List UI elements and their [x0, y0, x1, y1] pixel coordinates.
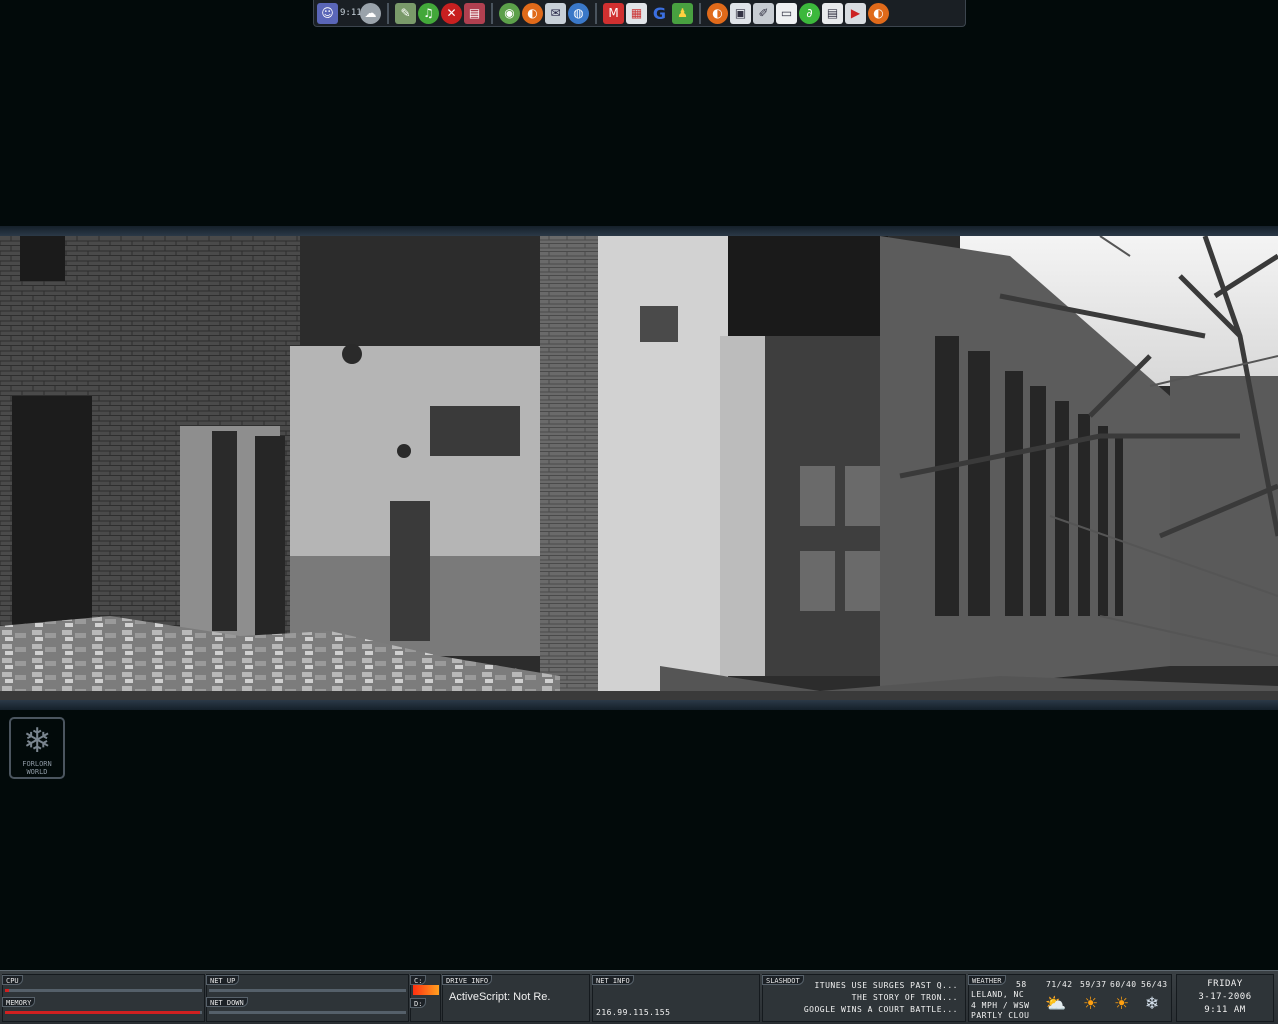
ip-address: 216.99.115.155 — [596, 1008, 671, 1017]
firefox-icon[interactable]: ◐ — [707, 2, 728, 24]
forecast-day2-temps: 59/37 — [1080, 980, 1107, 989]
partly-sunny-icon: ⛅ — [1045, 994, 1067, 1014]
dock-separator — [491, 2, 493, 24]
drive-info-text: ActiveScript: Not Re. — [449, 991, 551, 1003]
firefox-icon[interactable]: ◐ — [868, 2, 889, 24]
dock-clock: 9:11 — [340, 8, 362, 18]
status-bar: CPU MEMORY NET UP NET DOWN C: D: DRIVE I… — [0, 970, 1278, 1024]
headline-3[interactable]: GOOGLE WINS A COURT BATTLE... — [804, 1004, 958, 1015]
snow-icon: ❄ — [1145, 994, 1160, 1014]
current-date: 3-17-2006 — [1198, 992, 1252, 1002]
weather-icon[interactable]: ☁ — [360, 2, 381, 24]
wallpaper-ruined-buildings-photo — [0, 236, 1278, 700]
weather-condition: PARTLY CLOU — [971, 1011, 1030, 1020]
edit-icon[interactable]: ✐ — [753, 2, 774, 24]
sunny-icon: ☀ — [1114, 994, 1130, 1014]
logo-text-line1: FORLORN — [22, 760, 52, 768]
headline-1[interactable]: ITUNES USE SURGES PAST Q... — [814, 980, 958, 991]
slashdot-label: SLASHDOT — [762, 975, 804, 985]
drive-c-meter — [413, 985, 439, 995]
forlorn-world-logo: ❄ FORLORN WORLD — [9, 717, 65, 779]
globe-icon[interactable]: ◍ — [568, 2, 589, 24]
net-down-meter — [209, 1011, 406, 1014]
cpu-meter — [5, 989, 202, 992]
firefox-icon[interactable]: ◐ — [522, 2, 543, 24]
day-of-week: FRIDAY — [1207, 979, 1243, 989]
cd-icon[interactable]: ◉ — [499, 2, 520, 24]
google-icon[interactable]: G — [649, 2, 670, 24]
forecast-day4-temps: 56/43 — [1141, 980, 1168, 989]
snowflake-icon: ❄ — [22, 721, 52, 761]
mail-icon[interactable]: ✉ — [545, 2, 566, 24]
cpu-label: CPU — [2, 975, 23, 985]
window-icon[interactable]: ▣ — [730, 2, 751, 24]
document-icon[interactable]: ▤ — [464, 2, 485, 24]
acrobat-icon[interactable]: ✕ — [441, 2, 462, 24]
dock-separator — [699, 2, 701, 24]
forecast-day3-temps: 60/40 — [1110, 980, 1137, 989]
weather-label: WEATHER — [968, 975, 1006, 985]
quick-launch-dock: ☺ 9:11 ☁ ✎ ♫ ✕ ▤ ◉ ◐ ✉ ◍ M ▦ G ♟ ◐ ▣ ✐ ▭… — [313, 0, 966, 27]
music-icon[interactable]: ♫ — [418, 2, 439, 24]
net-down-label: NET DOWN — [206, 997, 248, 1007]
users-icon[interactable]: ♟ — [672, 2, 693, 24]
net-up-meter — [209, 989, 406, 992]
wallpaper-frame-top — [0, 226, 1278, 236]
net-info-label: NET INFO — [592, 975, 634, 985]
winamp-icon[interactable]: ∂ — [799, 2, 820, 24]
wallpaper-frame-bottom — [0, 700, 1278, 710]
drive-info-label: DRIVE INFO — [442, 975, 493, 985]
dock-separator — [387, 2, 389, 24]
memory-meter — [5, 1011, 202, 1014]
presentation-icon[interactable]: ▭ — [776, 2, 797, 24]
headline-2[interactable]: THE STORY OF TRON... — [852, 992, 958, 1003]
office-icon[interactable]: ▦ — [626, 2, 647, 24]
user-icon[interactable]: ☺ — [317, 2, 338, 24]
notes-icon[interactable]: ▤ — [822, 2, 843, 24]
tools-icon[interactable]: ✎ — [395, 2, 416, 24]
weather-location: LELAND, NC — [971, 990, 1025, 999]
gmail-icon[interactable]: M — [603, 2, 624, 24]
current-time: 9:11 AM — [1204, 1005, 1246, 1015]
logo-text-line2: WORLD — [26, 768, 48, 776]
media-icon[interactable]: ▶ — [845, 2, 866, 24]
forecast-day1-temps: 71/42 — [1046, 980, 1073, 989]
memory-label: MEMORY — [2, 997, 36, 1007]
sunny-icon: ☀ — [1083, 994, 1099, 1014]
net-up-label: NET UP — [206, 975, 240, 985]
dock-separator — [595, 2, 597, 24]
